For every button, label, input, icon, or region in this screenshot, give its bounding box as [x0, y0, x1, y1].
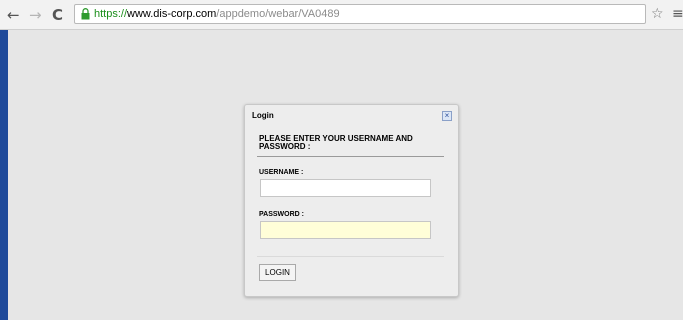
dialog-title: Login: [252, 111, 274, 120]
username-input[interactable]: [260, 179, 431, 197]
divider: [257, 156, 444, 157]
reload-icon[interactable]: C: [52, 6, 63, 24]
url-path: /appdemo/webar/VA0489: [216, 8, 340, 20]
username-label: USERNAME :: [259, 169, 304, 176]
close-icon[interactable]: ×: [442, 111, 452, 121]
browser-toolbar: ← → C https://www.dis-corp.com/appdemo/w…: [0, 0, 683, 30]
address-bar[interactable]: https://www.dis-corp.com/appdemo/webar/V…: [74, 4, 646, 24]
login-button[interactable]: LOGIN: [259, 264, 296, 281]
password-input[interactable]: [260, 221, 431, 239]
left-edge-bar: [0, 30, 8, 320]
back-arrow-icon[interactable]: ←: [7, 6, 20, 24]
bookmark-star-icon[interactable]: ☆: [651, 6, 664, 22]
lock-icon: [81, 8, 90, 20]
browser-menu-icon[interactable]: ≡: [672, 6, 683, 22]
forward-arrow-icon[interactable]: →: [29, 6, 42, 24]
login-dialog: Login × PLEASE ENTER YOUR USERNAME AND P…: [244, 104, 459, 297]
url-scheme: https://: [94, 8, 128, 20]
password-label: PASSWORD :: [259, 211, 304, 218]
url-host: www.dis-corp.com: [127, 8, 217, 20]
login-instruction: PLEASE ENTER YOUR USERNAME AND PASSWORD …: [259, 134, 413, 151]
divider: [257, 256, 444, 257]
url-text[interactable]: https://www.dis-corp.com/appdemo/webar/V…: [94, 8, 340, 21]
